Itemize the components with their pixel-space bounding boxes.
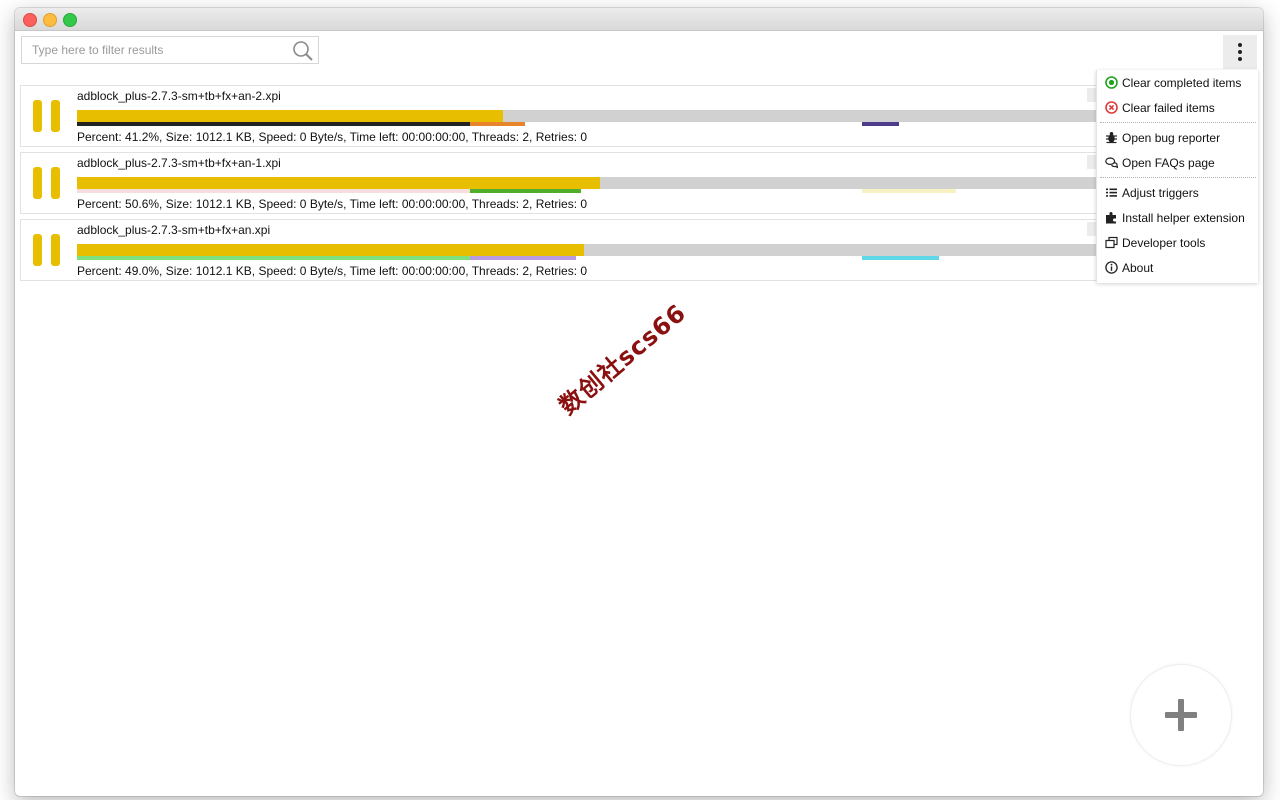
filter-box bbox=[21, 36, 319, 64]
app-window: adblock_plus-2.7.3-sm+tb+fx+an-2.xpi Per… bbox=[15, 8, 1263, 796]
menu-item-bug-reporter[interactable]: Open bug reporter bbox=[1097, 127, 1259, 149]
x-circle-icon bbox=[1105, 101, 1118, 114]
menu-item-label: About bbox=[1122, 261, 1154, 275]
kebab-dot-icon bbox=[1238, 43, 1242, 47]
menu-item-developer-tools[interactable]: Developer tools bbox=[1097, 232, 1259, 254]
thread-segment bbox=[861, 256, 940, 260]
menu-item-install-helper[interactable]: Install helper extension bbox=[1097, 207, 1259, 229]
kebab-dot-icon bbox=[1238, 50, 1242, 54]
download-progress-fill bbox=[77, 110, 503, 122]
download-progress-bar bbox=[77, 244, 1111, 256]
menu-item-label: Open bug reporter bbox=[1122, 131, 1221, 145]
menu-item-label: Install helper extension bbox=[1122, 211, 1245, 225]
download-filename: adblock_plus-2.7.3-sm+tb+fx+an.xpi bbox=[77, 223, 271, 237]
copy-window-icon bbox=[1105, 236, 1118, 249]
download-progress-bar bbox=[77, 177, 1111, 189]
list-icon bbox=[1106, 188, 1117, 197]
thread-segment bbox=[77, 189, 470, 193]
pause-icon bbox=[51, 100, 60, 132]
download-info: Percent: 41.2%, Size: 1012.1 KB, Speed: … bbox=[77, 130, 588, 144]
kebab-dot-icon bbox=[1238, 57, 1242, 61]
more-options-button[interactable] bbox=[1223, 35, 1257, 69]
pause-button[interactable] bbox=[33, 167, 61, 199]
menu-item-clear-completed[interactable]: Clear completed items bbox=[1097, 72, 1259, 94]
download-progress-bar bbox=[77, 110, 1111, 122]
menu-item-about[interactable]: About bbox=[1097, 257, 1259, 279]
menu-item-label: Open FAQs page bbox=[1122, 156, 1215, 170]
pause-button[interactable] bbox=[33, 100, 61, 132]
maximize-window-button[interactable] bbox=[63, 13, 77, 27]
download-info: Percent: 49.0%, Size: 1012.1 KB, Speed: … bbox=[77, 264, 588, 278]
options-menu: Clear completed items Clear failed items… bbox=[1096, 70, 1258, 283]
title-bar bbox=[15, 8, 1263, 31]
puzzle-icon bbox=[1106, 212, 1116, 224]
menu-item-faqs[interactable]: Open FAQs page bbox=[1097, 152, 1259, 174]
pause-icon bbox=[33, 167, 42, 199]
download-info: Percent: 50.6%, Size: 1012.1 KB, Speed: … bbox=[77, 197, 588, 211]
thread-segment bbox=[77, 122, 470, 126]
menu-divider bbox=[1100, 122, 1256, 123]
menu-item-adjust-triggers[interactable]: Adjust triggers bbox=[1097, 182, 1259, 204]
close-window-button[interactable] bbox=[23, 13, 37, 27]
download-progress-fill bbox=[77, 177, 601, 189]
pause-icon bbox=[33, 100, 42, 132]
menu-item-label: Clear failed items bbox=[1122, 101, 1215, 115]
chat-bubbles-icon bbox=[1105, 157, 1118, 169]
thread-segment bbox=[469, 256, 577, 260]
pause-icon bbox=[33, 234, 42, 266]
thread-segment bbox=[861, 189, 956, 193]
download-item[interactable]: adblock_plus-2.7.3-sm+tb+fx+an-2.xpi Per… bbox=[20, 85, 1111, 147]
thread-segment bbox=[469, 122, 525, 126]
thread-segment bbox=[861, 122, 900, 126]
minimize-window-button[interactable] bbox=[43, 13, 57, 27]
menu-item-label: Clear completed items bbox=[1122, 76, 1242, 90]
pause-icon bbox=[51, 234, 60, 266]
menu-item-label: Developer tools bbox=[1122, 236, 1206, 250]
plus-icon bbox=[1178, 699, 1184, 731]
filter-input[interactable] bbox=[22, 37, 282, 63]
download-filename: adblock_plus-2.7.3-sm+tb+fx+an-1.xpi bbox=[77, 156, 281, 170]
download-item[interactable]: adblock_plus-2.7.3-sm+tb+fx+an.xpi Perce… bbox=[20, 219, 1111, 281]
watermark: 数创社scs66 bbox=[553, 298, 692, 421]
bug-icon bbox=[1106, 132, 1117, 144]
search-icon[interactable] bbox=[292, 40, 314, 62]
pause-icon bbox=[51, 167, 60, 199]
thread-segment bbox=[77, 256, 470, 260]
download-progress-fill bbox=[77, 244, 584, 256]
menu-item-clear-failed[interactable]: Clear failed items bbox=[1097, 97, 1259, 119]
info-circle-icon bbox=[1105, 261, 1118, 274]
menu-item-label: Adjust triggers bbox=[1122, 186, 1199, 200]
add-download-button[interactable] bbox=[1130, 664, 1232, 766]
check-circle-icon bbox=[1105, 76, 1118, 89]
thread-segment bbox=[469, 189, 581, 193]
download-item[interactable]: adblock_plus-2.7.3-sm+tb+fx+an-1.xpi Per… bbox=[20, 152, 1111, 214]
menu-divider bbox=[1100, 177, 1256, 178]
download-filename: adblock_plus-2.7.3-sm+tb+fx+an-2.xpi bbox=[77, 89, 281, 103]
pause-button[interactable] bbox=[33, 234, 61, 266]
